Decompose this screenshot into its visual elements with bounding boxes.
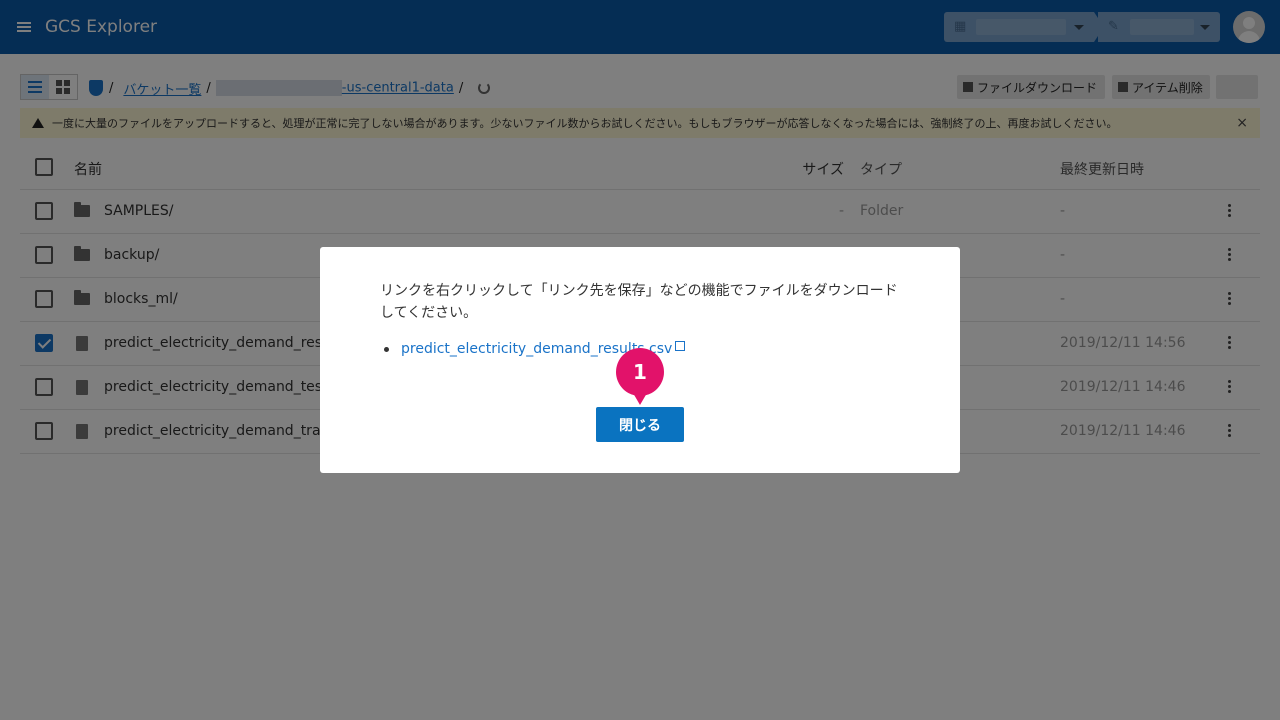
bullet-icon <box>384 346 389 352</box>
step-callout-badge: 1 <box>616 348 664 405</box>
dialog-message: リンクを右クリックして「リンク先を保存」などの機能でファイルをダウンロードしてく… <box>380 283 898 321</box>
close-button[interactable]: 閉じる <box>596 407 684 442</box>
external-link-icon <box>675 341 686 351</box>
